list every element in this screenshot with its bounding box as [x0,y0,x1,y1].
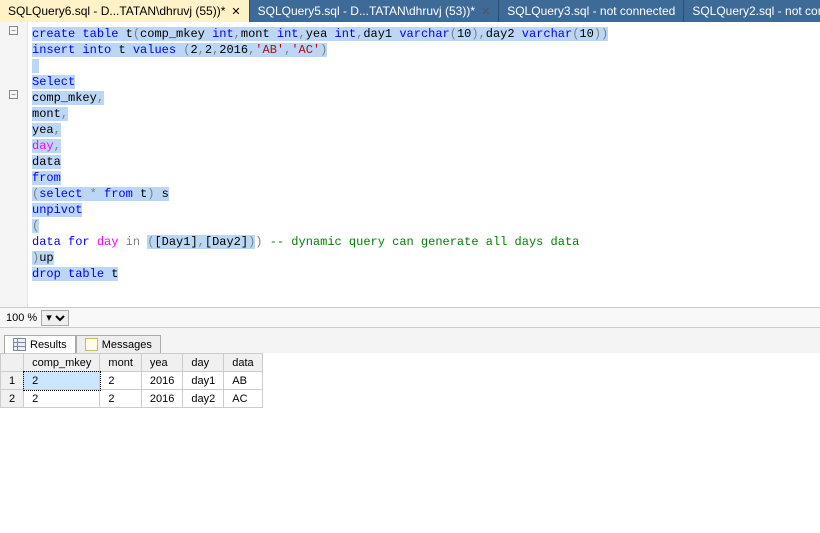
editor-tab-2[interactable]: SQLQuery5.sql - D...TATAN\dhruvj (53))* … [250,0,500,22]
zoom-level: 100 % [6,312,37,324]
close-icon[interactable]: ✕ [231,5,240,18]
col-header[interactable]: day [183,354,224,372]
code-fold-gutter: − − [0,22,28,307]
row-header-blank [1,354,24,372]
code-area[interactable]: create table t(comp_mkey int,mont int,ye… [28,22,820,307]
tab-label: SQLQuery3.sql - not connected [507,4,675,18]
results-table: comp_mkey mont yea day data 1 2 2 2016 d… [0,353,263,408]
tab-label: Messages [102,339,152,351]
editor-tab-1[interactable]: SQLQuery6.sql - D...TATAN\dhruvj (55))* … [0,0,250,22]
tab-label: SQLQuery5.sql - D...TATAN\dhruvj (53))* [258,4,475,18]
tab-label: SQLQuery6.sql - D...TATAN\dhruvj (55))* [8,4,225,18]
fold-toggle-icon[interactable]: − [9,26,18,35]
editor-tab-3[interactable]: SQLQuery3.sql - not connected [499,0,684,22]
col-header[interactable]: mont [100,354,141,372]
results-grid[interactable]: comp_mkey mont yea day data 1 2 2 2016 d… [0,353,820,533]
cell[interactable]: day2 [183,390,224,408]
col-header[interactable]: comp_mkey [24,354,100,372]
message-icon [85,338,98,351]
table-header-row: comp_mkey mont yea day data [1,354,263,372]
close-icon[interactable]: ✕ [481,5,490,18]
col-header[interactable]: yea [141,354,182,372]
table-row[interactable]: 1 2 2 2016 day1 AB [1,372,263,390]
cell[interactable]: 2016 [141,390,182,408]
tab-label: Results [30,339,67,351]
cell[interactable]: 2 [24,390,100,408]
cell[interactable]: 2016 [141,372,182,390]
cell[interactable]: day1 [183,372,224,390]
zoom-dropdown[interactable]: ▾ [41,310,69,326]
row-number[interactable]: 1 [1,372,24,390]
results-tab-bar: Results Messages [0,327,820,353]
table-row[interactable]: 2 2 2 2016 day2 AC [1,390,263,408]
results-tab[interactable]: Results [4,335,76,353]
grid-icon [13,338,26,351]
messages-tab[interactable]: Messages [76,335,161,353]
sql-editor[interactable]: − − create table t(comp_mkey int,mont in… [0,22,820,307]
editor-tab-4[interactable]: SQLQuery2.sql - not con [684,0,820,22]
cell[interactable]: 2 [100,390,141,408]
cell[interactable]: 2 [24,372,100,390]
row-number[interactable]: 2 [1,390,24,408]
fold-toggle-icon[interactable]: − [9,90,18,99]
zoom-bar: 100 % ▾ [0,307,820,327]
editor-tab-bar: SQLQuery6.sql - D...TATAN\dhruvj (55))* … [0,0,820,22]
cell[interactable]: AB [224,372,262,390]
cell[interactable]: AC [224,390,262,408]
col-header[interactable]: data [224,354,262,372]
cell[interactable]: 2 [100,372,141,390]
tab-label: SQLQuery2.sql - not con [692,4,820,18]
